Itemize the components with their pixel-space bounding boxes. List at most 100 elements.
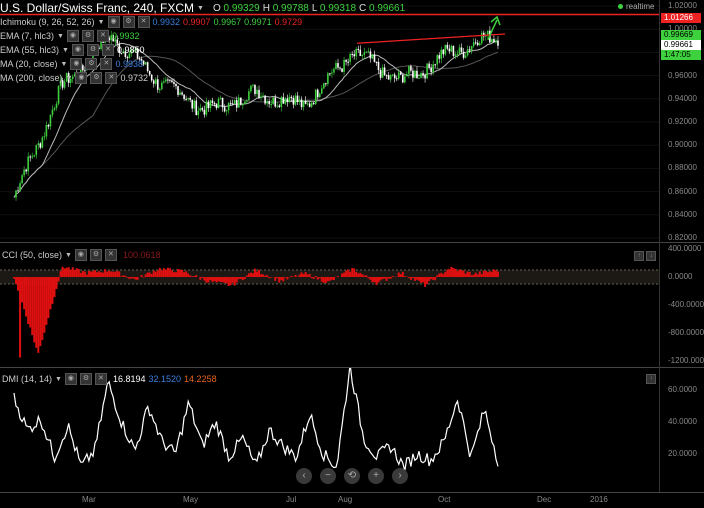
ohlc-key: C <box>359 2 367 14</box>
chevron-down-icon[interactable]: ▼ <box>65 250 72 261</box>
candle-body <box>250 85 252 92</box>
candle-body <box>442 49 445 55</box>
close-icon[interactable]: ✕ <box>104 249 117 261</box>
candle-body <box>187 97 189 100</box>
candle-body <box>452 45 455 56</box>
zoom-out-icon[interactable]: − <box>320 468 336 484</box>
ohlc-key: L <box>311 2 318 14</box>
eye-icon[interactable]: ◉ <box>107 16 120 28</box>
eye-icon[interactable]: ◉ <box>75 72 88 84</box>
dmi-axis-label: 20.0000 <box>668 449 697 458</box>
indicator-row: MA (20, close) ▼ ◉ ⚙ ✕ 0.9938 <box>0 57 405 71</box>
dmi-label[interactable]: DMI (14, 14) <box>2 374 52 385</box>
ohlc-key: O <box>212 2 221 14</box>
indicator-label[interactable]: MA (200, close) <box>0 73 63 84</box>
reset-icon[interactable]: ⟲ <box>344 468 360 484</box>
scroll-right-icon[interactable]: › <box>392 468 408 484</box>
indicator-row: EMA (7, hlc3) ▼ ◉ ⚙ ✕ 0.9932 <box>0 29 405 43</box>
indicator-label[interactable]: EMA (7, hlc3) <box>0 31 54 42</box>
close-icon[interactable]: ✕ <box>137 16 150 28</box>
dmi-plus-value: 32.1520 <box>148 373 182 384</box>
candle-body <box>418 77 420 79</box>
chevron-down-icon[interactable]: ▼ <box>61 59 68 70</box>
cci-axis-label: 400.0000 <box>668 244 702 253</box>
chevron-down-icon[interactable]: ▼ <box>57 31 64 42</box>
candle-body <box>201 107 204 110</box>
ohlc-value: 0.99788 <box>272 2 309 14</box>
settings-icon[interactable]: ⚙ <box>86 44 99 56</box>
candle-body <box>53 107 56 110</box>
dmi-legend: DMI (14, 14) ▼ ◉ ⚙ ✕ 16.8194 32.1520 14.… <box>2 372 217 386</box>
settings-icon[interactable]: ⚙ <box>90 72 103 84</box>
cci-label[interactable]: CCI (50, close) <box>2 250 62 261</box>
dmi-axis-label: 40.0000 <box>668 417 697 426</box>
close-icon[interactable]: ✕ <box>100 58 113 70</box>
candle-body <box>262 95 264 97</box>
candle-body <box>408 66 410 74</box>
indicator-value: 0.9729 <box>274 16 303 27</box>
projection-arrow <box>487 19 498 41</box>
indicator-label[interactable]: EMA (55, hlc3) <box>0 45 59 56</box>
pane-maximize-icon[interactable]: ↑ <box>634 251 644 261</box>
indicator-label[interactable]: Ichimoku (9, 26, 52, 26) <box>0 17 95 28</box>
candle-body <box>454 54 457 56</box>
candle-body <box>420 73 422 78</box>
symbol-title[interactable]: U.S. Dollar/Swiss Franc, 240, FXCM <box>0 2 194 14</box>
settings-icon[interactable]: ⚙ <box>81 30 94 42</box>
close-icon[interactable]: ✕ <box>94 373 107 385</box>
close-icon[interactable]: ✕ <box>101 44 114 56</box>
indicator-value: 0.9938 <box>115 58 143 69</box>
candle-body <box>45 125 48 137</box>
candle-body <box>274 97 277 107</box>
pane-maximize-icon[interactable]: ↑ <box>646 374 656 384</box>
candle-body <box>185 99 187 101</box>
pane-minimize-icon[interactable]: ↓ <box>646 251 656 261</box>
candle-body <box>470 46 473 51</box>
candle-body <box>41 137 44 148</box>
candle-body <box>460 47 463 52</box>
settings-icon[interactable]: ⚙ <box>122 16 135 28</box>
candle-body <box>493 39 495 43</box>
candle-body <box>235 100 238 108</box>
candle-body <box>225 110 228 112</box>
zoom-in-icon[interactable]: + <box>368 468 384 484</box>
chevron-down-icon[interactable]: ▼ <box>197 3 204 14</box>
settings-icon[interactable]: ⚙ <box>89 249 102 261</box>
candle-body <box>312 103 315 105</box>
candle-body <box>211 100 214 104</box>
candle-body <box>430 67 432 72</box>
eye-icon[interactable]: ◉ <box>74 249 87 261</box>
candle-body <box>205 101 208 115</box>
eye-icon[interactable]: ◉ <box>66 30 79 42</box>
settings-icon[interactable]: ⚙ <box>85 58 98 70</box>
chevron-down-icon[interactable]: ▼ <box>98 17 105 28</box>
candle-body <box>37 143 40 146</box>
indicator-value: 0.9932 <box>111 30 140 41</box>
close-icon[interactable]: ✕ <box>96 30 109 42</box>
candle-body <box>491 39 493 43</box>
time-axis-label: 2016 <box>590 495 608 504</box>
candle-body <box>495 40 497 43</box>
candle-body <box>27 156 29 172</box>
candle-body <box>242 104 244 106</box>
chevron-down-icon[interactable]: ▼ <box>55 374 62 385</box>
indicator-value: 0.9850 <box>116 44 145 55</box>
dmi-minus-value: 14.2258 <box>184 373 217 384</box>
eye-icon[interactable]: ◉ <box>64 373 77 385</box>
scroll-left-icon[interactable]: ‹ <box>296 468 312 484</box>
candle-body <box>207 101 210 109</box>
candle-body <box>440 49 443 59</box>
eye-icon[interactable]: ◉ <box>70 58 83 70</box>
chevron-down-icon[interactable]: ▼ <box>62 45 69 56</box>
candle-body <box>191 99 193 109</box>
price-axis-label: 0.88000 <box>668 163 697 173</box>
candle-body <box>290 96 293 99</box>
time-axis-label: Oct <box>438 495 451 504</box>
candle-body <box>159 89 161 91</box>
settings-icon[interactable]: ⚙ <box>79 373 92 385</box>
candle-body <box>268 101 270 105</box>
chevron-down-icon[interactable]: ▼ <box>66 73 73 84</box>
eye-icon[interactable]: ◉ <box>71 44 84 56</box>
close-icon[interactable]: ✕ <box>105 72 118 84</box>
indicator-label[interactable]: MA (20, close) <box>0 59 58 70</box>
